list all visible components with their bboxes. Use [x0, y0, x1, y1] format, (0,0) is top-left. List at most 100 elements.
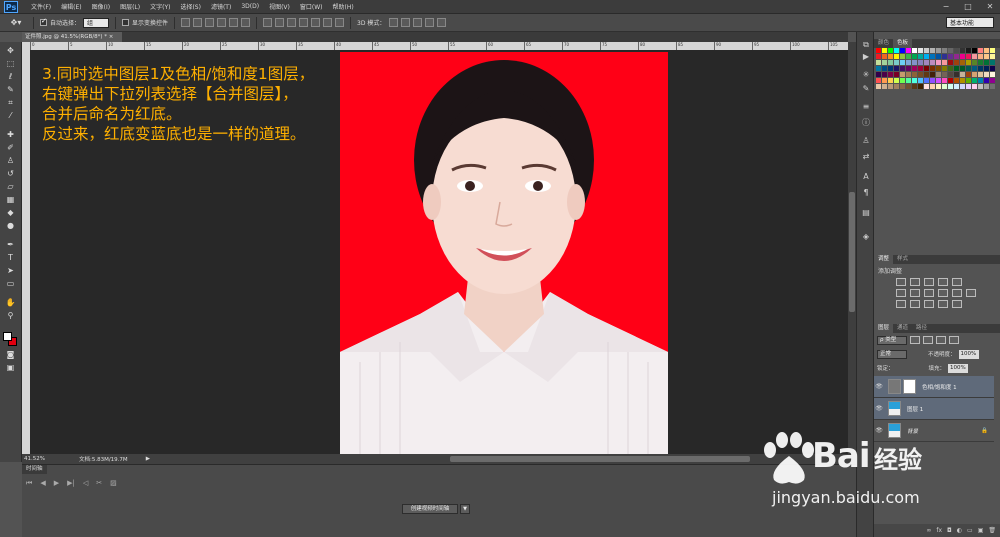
color-swatch[interactable] [972, 66, 977, 71]
color-swatch[interactable] [888, 84, 893, 89]
actions-icon[interactable]: ▶ [861, 52, 871, 61]
tab-swatches[interactable]: 色板 [893, 39, 913, 48]
color-swatch[interactable] [960, 84, 965, 89]
distribute-vcenter-icon[interactable] [275, 18, 285, 27]
distribute-left-icon[interactable] [299, 18, 309, 27]
clone-stamp-tool-icon[interactable]: ♙ [3, 156, 18, 166]
color-swatch[interactable] [912, 84, 917, 89]
exposure-icon[interactable] [938, 278, 948, 286]
filter-pixel-icon[interactable] [910, 336, 920, 344]
quick-select-tool-icon[interactable]: ✎ [3, 85, 18, 95]
color-swatch[interactable] [924, 66, 929, 71]
color-swatch[interactable] [954, 54, 959, 59]
3d-pan-icon[interactable] [413, 18, 423, 27]
blend-mode-dropdown[interactable]: 正常 [877, 349, 907, 359]
mask-icon[interactable]: ◘ [947, 527, 952, 534]
color-swatch[interactable] [966, 60, 971, 65]
align-vcenter-icon[interactable] [193, 18, 203, 27]
color-swatch[interactable] [894, 84, 899, 89]
color-swatch[interactable] [906, 54, 911, 59]
color-swatch[interactable] [978, 48, 983, 53]
layer-comps-icon[interactable]: ▤ [861, 208, 871, 217]
color-swatch[interactable] [990, 84, 995, 89]
color-swatch[interactable] [882, 78, 887, 83]
color-swatch[interactable] [900, 66, 905, 71]
color-swatch[interactable] [942, 84, 947, 89]
color-swatch[interactable] [876, 60, 881, 65]
zoom-level[interactable]: 41.52% [24, 456, 45, 462]
color-swatch[interactable] [912, 78, 917, 83]
brush-preset-icon[interactable]: ✳ [861, 70, 871, 79]
color-swatch[interactable] [930, 84, 935, 89]
dodge-tool-icon[interactable]: ● [3, 221, 18, 231]
layer-row-layer-1[interactable]: 👁 图层 1 [874, 398, 994, 420]
color-swatch[interactable] [984, 48, 989, 53]
color-swatch[interactable] [900, 84, 905, 89]
color-swatch[interactable] [948, 78, 953, 83]
swatches-grid[interactable] [876, 48, 995, 89]
menu-layer[interactable]: 图层(L) [115, 2, 145, 11]
move-tool-preset-icon[interactable]: ✥▾ [5, 16, 27, 30]
color-swatch[interactable] [882, 60, 887, 65]
color-swatch[interactable] [894, 78, 899, 83]
brush-panel-icon[interactable]: ✎ [861, 84, 871, 93]
color-swatch[interactable] [960, 72, 965, 77]
color-swatch[interactable] [888, 66, 893, 71]
color-swatch[interactable] [990, 66, 995, 71]
color-swatch[interactable] [960, 66, 965, 71]
character-icon[interactable]: A [861, 172, 871, 181]
zoom-tool-icon[interactable]: ⚲ [3, 311, 18, 321]
color-swatch[interactable] [906, 78, 911, 83]
color-swatch[interactable] [942, 60, 947, 65]
3d-scale-icon[interactable] [437, 18, 447, 27]
distribute-hcenter-icon[interactable] [311, 18, 321, 27]
color-swatch[interactable] [924, 78, 929, 83]
menu-type[interactable]: 文字(Y) [145, 2, 175, 11]
color-swatch[interactable] [930, 66, 935, 71]
color-swatch[interactable] [918, 54, 923, 59]
menu-file[interactable]: 文件(F) [26, 2, 56, 11]
align-top-icon[interactable] [181, 18, 191, 27]
color-swatch[interactable] [936, 78, 941, 83]
color-swatch[interactable] [936, 66, 941, 71]
color-swatch[interactable] [876, 78, 881, 83]
color-swatch[interactable] [966, 84, 971, 89]
auto-select-checkbox[interactable]: 自动选择： [40, 17, 80, 27]
vertical-scrollbar-thumb[interactable] [849, 192, 855, 312]
color-swatch[interactable] [906, 84, 911, 89]
black-white-icon[interactable] [924, 289, 934, 297]
filter-adjust-icon[interactable] [923, 336, 933, 344]
color-swatch[interactable] [948, 66, 953, 71]
color-swatch[interactable] [954, 48, 959, 53]
color-swatch[interactable] [978, 84, 983, 89]
opacity-input[interactable]: 100% [958, 349, 979, 359]
link-icon[interactable]: ∞ [926, 527, 931, 534]
color-swatch[interactable] [942, 72, 947, 77]
fill-input[interactable]: 100% [948, 363, 969, 373]
show-transform-checkbox[interactable]: 显示变换控件 [122, 18, 168, 27]
vibrance-icon[interactable] [952, 278, 962, 286]
color-swatch[interactable] [978, 78, 983, 83]
color-swatch[interactable] [948, 54, 953, 59]
color-swatch[interactable] [936, 72, 941, 77]
auto-align-icon[interactable] [335, 18, 345, 27]
color-swatch[interactable] [900, 54, 905, 59]
selective-color-icon[interactable] [938, 300, 948, 308]
menu-image[interactable]: 图像(I) [87, 2, 115, 11]
quick-mask-icon[interactable]: ◙ [3, 350, 18, 360]
color-swatch[interactable] [936, 60, 941, 65]
menu-edit[interactable]: 编辑(E) [56, 2, 86, 11]
align-right-icon[interactable] [241, 18, 251, 27]
color-swatch[interactable] [924, 84, 929, 89]
color-swatch[interactable] [912, 72, 917, 77]
color-swatch[interactable] [960, 48, 965, 53]
color-swatch[interactable] [954, 72, 959, 77]
horizontal-scrollbar[interactable] [150, 455, 856, 463]
color-swatch[interactable] [900, 48, 905, 53]
color-swatch[interactable] [972, 84, 977, 89]
color-swatch[interactable] [984, 60, 989, 65]
create-video-timeline-button[interactable]: 创建视频时间轴 [402, 504, 458, 514]
color-swatch[interactable] [930, 54, 935, 59]
color-swatch[interactable] [924, 72, 929, 77]
color-swatch[interactable] [990, 60, 995, 65]
